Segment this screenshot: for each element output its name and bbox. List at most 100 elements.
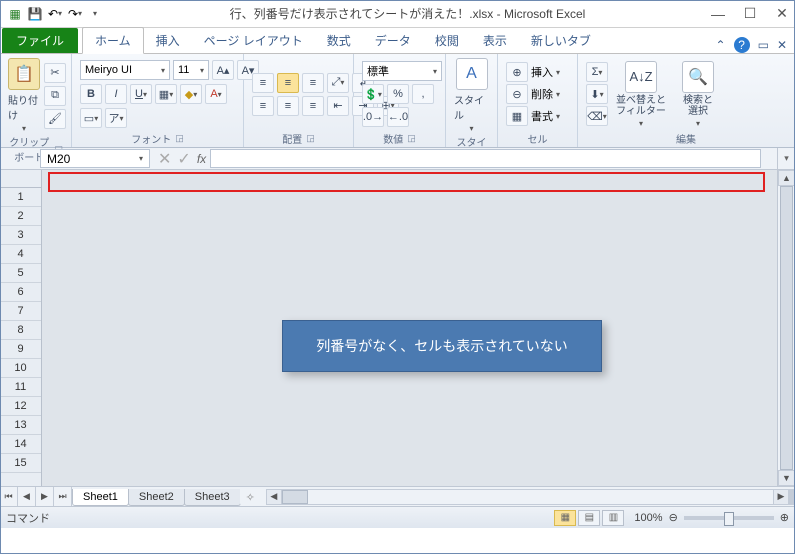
align-middle-button[interactable]: ≡ (277, 73, 299, 93)
align-launcher-icon[interactable]: ◲ (306, 133, 315, 144)
row-header[interactable]: 4 (0, 245, 41, 264)
align-bottom-button[interactable]: ≡ (302, 73, 324, 93)
fx-icon[interactable]: fx (197, 152, 206, 166)
row-header[interactable]: 14 (0, 435, 41, 454)
row-header[interactable]: 12 (0, 397, 41, 416)
sort-filter-button[interactable]: A↓Z 並べ替えと フィルター▾ (612, 58, 670, 130)
window-restore-icon[interactable]: ▭ (758, 38, 769, 52)
row-header[interactable]: 11 (0, 378, 41, 397)
page-layout-view-button[interactable]: ▤ (578, 510, 600, 526)
next-sheet-icon[interactable]: ▶ (36, 487, 54, 506)
copy-button[interactable]: ⧉ (44, 86, 66, 106)
delete-cells-button[interactable]: ⊖削除▾ (506, 84, 560, 104)
decrease-decimal-button[interactable]: ←.0 (387, 107, 409, 127)
row-header[interactable]: 8 (0, 321, 41, 340)
minimize-ribbon-icon[interactable]: ⌃ (716, 38, 726, 52)
format-cells-button[interactable]: ▦書式▾ (506, 106, 560, 126)
font-size-combo[interactable]: 11▾ (173, 60, 209, 80)
italic-button[interactable]: I (105, 84, 127, 104)
fill-button[interactable]: ⬇▾ (586, 84, 608, 104)
orientation-button[interactable]: ⤢▾ (327, 73, 349, 93)
row-header[interactable]: 13 (0, 416, 41, 435)
bold-button[interactable]: B (80, 84, 102, 104)
vscroll-thumb[interactable] (780, 186, 793, 470)
maximize-button[interactable]: ☐ (743, 7, 757, 21)
row-header[interactable]: 10 (0, 359, 41, 378)
expand-formula-bar-icon[interactable]: ▾ (777, 148, 795, 169)
sheet-tab-1[interactable]: Sheet1 (72, 489, 129, 506)
normal-view-button[interactable]: ▦ (554, 510, 576, 526)
row-header[interactable]: 15 (0, 454, 41, 473)
page-break-view-button[interactable]: ▥ (602, 510, 624, 526)
comma-button[interactable]: , (412, 84, 434, 104)
zoom-level[interactable]: 100% (634, 512, 662, 524)
find-select-button[interactable]: 🔍 検索と 選択▾ (674, 58, 722, 130)
hscroll-thumb[interactable] (282, 490, 308, 504)
autosum-button[interactable]: Σ▾ (586, 62, 608, 82)
clear-button[interactable]: ⌫▾ (586, 106, 608, 126)
row-header[interactable]: 6 (0, 283, 41, 302)
row-header[interactable]: 9 (0, 340, 41, 359)
formula-input[interactable] (210, 149, 761, 168)
cancel-formula-icon[interactable]: ✕ (158, 149, 171, 169)
zoom-slider[interactable] (684, 516, 774, 520)
fill-color-button[interactable]: ◆▾ (180, 84, 202, 104)
cell-grid[interactable]: 列番号がなく、セルも表示されていない (42, 170, 777, 486)
font-color-button[interactable]: A▾ (205, 84, 227, 104)
row-header[interactable]: 1 (0, 188, 41, 207)
borders-bottom-button[interactable]: ▭▾ (80, 108, 102, 128)
vertical-scrollbar[interactable]: ▲ ▼ (777, 170, 795, 486)
increase-decimal-button[interactable]: .0→ (362, 107, 384, 127)
sheet-tab-2[interactable]: Sheet2 (128, 489, 185, 506)
prev-sheet-icon[interactable]: ◀ (18, 487, 36, 506)
redo-icon[interactable]: ↷▾ (66, 5, 84, 23)
font-launcher-icon[interactable]: ◲ (175, 133, 184, 144)
qat-more-icon[interactable]: ▾ (86, 5, 104, 23)
sheet-tab-3[interactable]: Sheet3 (184, 489, 241, 506)
zoom-out-button[interactable]: ⊖ (669, 511, 678, 524)
select-all-corner[interactable] (0, 170, 41, 188)
help-icon[interactable]: ? (734, 37, 750, 53)
split-handle[interactable] (789, 489, 795, 505)
horizontal-scrollbar[interactable]: ◀ ▶ (266, 487, 795, 506)
tab-formulas[interactable]: 数式 (315, 28, 363, 53)
percent-button[interactable]: % (387, 84, 409, 104)
align-right-button[interactable]: ≡ (302, 96, 324, 116)
scroll-up-icon[interactable]: ▲ (778, 170, 795, 186)
phonetic-button[interactable]: ア▾ (105, 108, 127, 128)
new-sheet-icon[interactable]: ✧ (240, 489, 261, 506)
border-button[interactable]: ▦▾ (155, 84, 177, 104)
row-header[interactable]: 2 (0, 207, 41, 226)
align-left-button[interactable]: ≡ (252, 96, 274, 116)
underline-button[interactable]: U▾ (130, 84, 152, 104)
row-header[interactable]: 7 (0, 302, 41, 321)
save-icon[interactable]: 💾 (26, 5, 44, 23)
tab-review[interactable]: 校閲 (423, 28, 471, 53)
tab-data[interactable]: データ (363, 28, 423, 53)
format-painter-button[interactable]: 🖌 (44, 109, 66, 129)
number-launcher-icon[interactable]: ◲ (407, 133, 416, 144)
font-name-combo[interactable]: Meiryo UI▾ (80, 60, 170, 80)
decrease-indent-button[interactable]: ⇤ (327, 96, 349, 116)
scroll-right-icon[interactable]: ▶ (773, 489, 789, 505)
currency-button[interactable]: 💲▾ (362, 84, 384, 104)
last-sheet-icon[interactable]: ⏭ (54, 487, 72, 506)
insert-cells-button[interactable]: ⊕挿入▾ (506, 62, 560, 82)
tab-page-layout[interactable]: ページ レイアウト (192, 28, 315, 53)
tab-insert[interactable]: 挿入 (144, 28, 192, 53)
tab-file[interactable]: ファイル (2, 28, 78, 53)
grow-font-button[interactable]: A▴ (212, 60, 234, 80)
align-center-button[interactable]: ≡ (277, 96, 299, 116)
scroll-down-icon[interactable]: ▼ (778, 470, 795, 486)
number-format-combo[interactable]: 標準▾ (362, 61, 442, 81)
tab-new[interactable]: 新しいタブ (519, 28, 603, 53)
undo-icon[interactable]: ↶▾ (46, 5, 64, 23)
row-header[interactable]: 3 (0, 226, 41, 245)
row-header[interactable]: 5 (0, 264, 41, 283)
tab-home[interactable]: ホーム (82, 27, 144, 54)
minimize-button[interactable]: — (711, 7, 725, 21)
styles-button[interactable]: A スタイル▾ (454, 58, 489, 133)
name-box[interactable]: M20▾ (40, 149, 150, 168)
scroll-left-icon[interactable]: ◀ (266, 489, 282, 505)
paste-button[interactable]: 📋 貼り付け▾ (8, 58, 40, 133)
